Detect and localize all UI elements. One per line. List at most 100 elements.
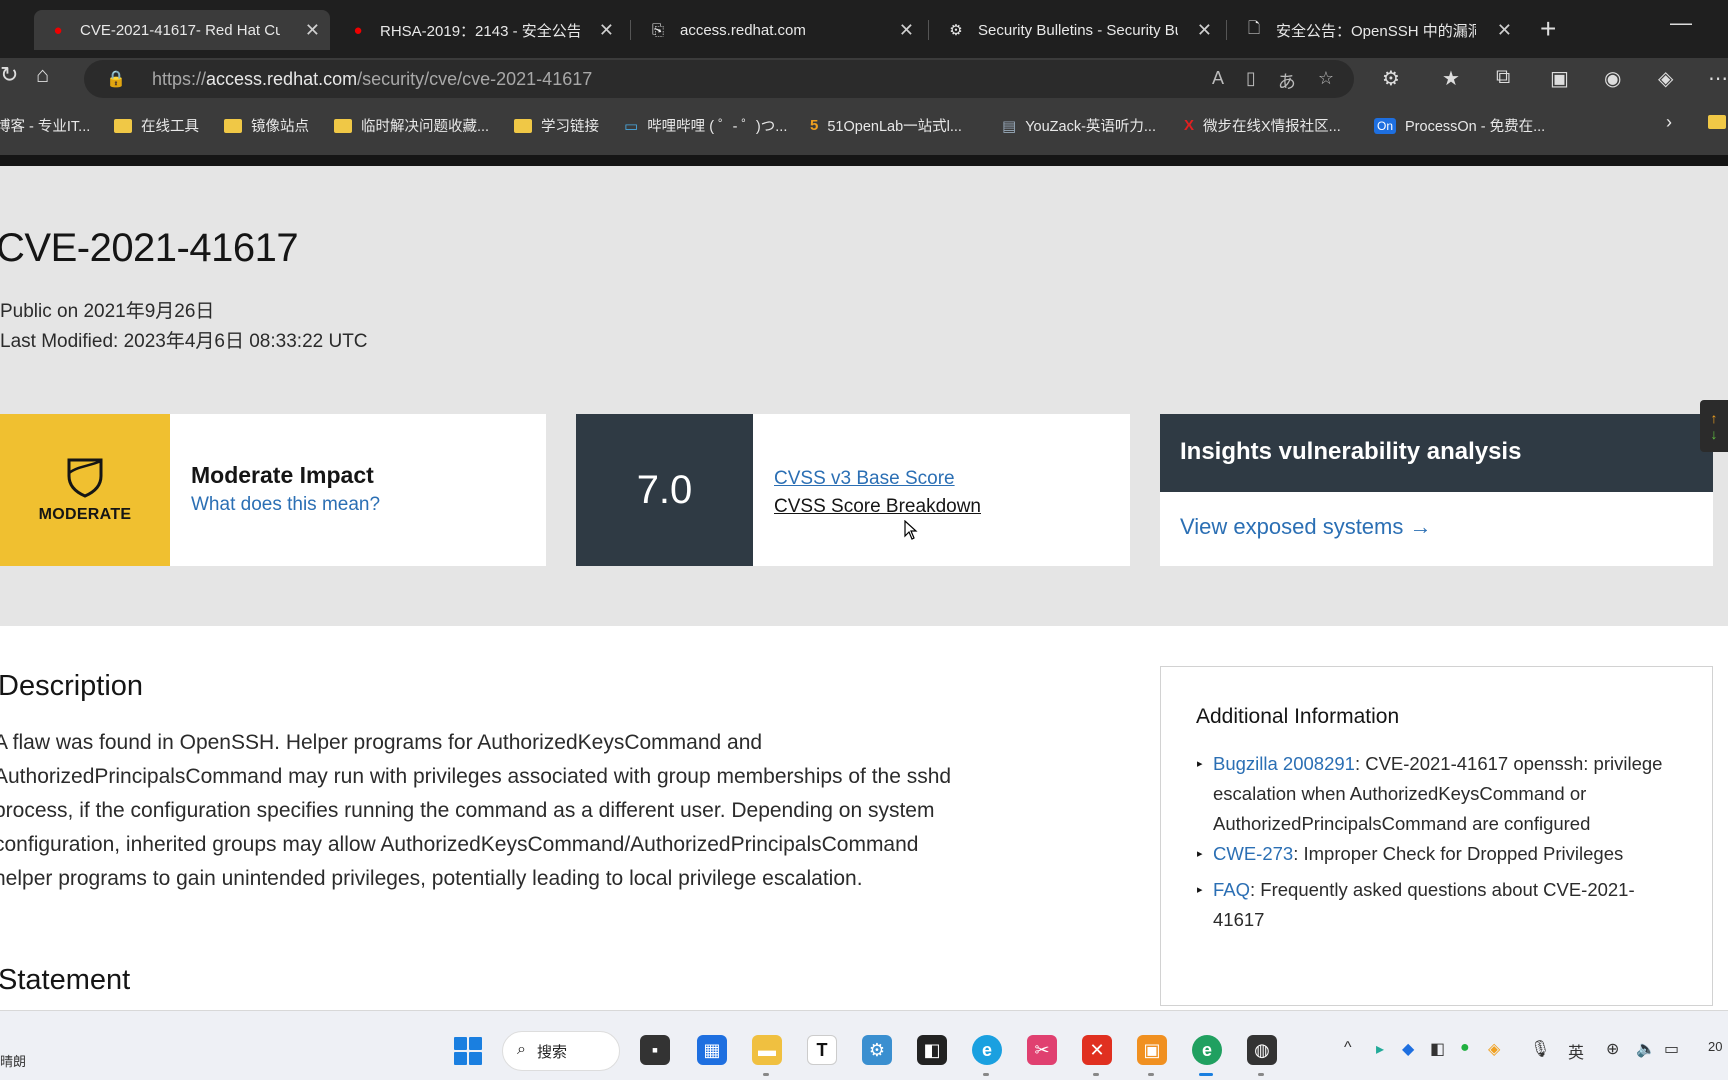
bilibili-icon: ▭	[624, 117, 639, 135]
edge-dev-icon[interactable]: e	[1192, 1035, 1222, 1065]
bookmark-youzack[interactable]: ▤ YouZack-英语听力...	[1002, 115, 1156, 136]
edge-browser-icon[interactable]: e	[972, 1035, 1002, 1065]
chevron-right-icon[interactable]: ›	[1666, 112, 1672, 133]
bookmark-folder-learning[interactable]: 学习链接	[514, 115, 599, 136]
vm-workstation-icon[interactable]: ▣	[1137, 1035, 1167, 1065]
xmind-icon[interactable]: ✕	[1082, 1035, 1112, 1065]
redhat-icon: ●	[53, 21, 63, 39]
tab-separator	[928, 20, 929, 40]
new-tab-plus-icon[interactable]: +	[1540, 12, 1556, 46]
volume-icon[interactable]: 🔈	[1636, 1039, 1656, 1059]
bullet-triangle-icon: ▸	[1197, 848, 1203, 860]
taskbar-search[interactable]: ⌕ 搜索	[502, 1031, 620, 1071]
bulletin-icon: ⚙	[949, 22, 963, 39]
terminal-bot-icon[interactable]: ◍	[1247, 1035, 1277, 1065]
arrow-up-icon[interactable]: ↑	[1711, 410, 1718, 426]
impact-card: MODERATE Moderate Impact What does this …	[0, 414, 546, 566]
cvss-base-score-link[interactable]: CVSS v3 Base Score	[774, 468, 955, 490]
scroll-helper-widget[interactable]: ↑ ↓	[1700, 400, 1728, 452]
settings-gear-icon[interactable]: ⚙	[862, 1035, 892, 1065]
read-aloud-icon[interactable]: A	[1212, 68, 1224, 94]
running-indicator	[983, 1073, 989, 1076]
tab-cve-2021-41617[interactable]: ● CVE-2021-41617- Red Hat Cust ✕	[34, 10, 330, 50]
what-does-this-mean-link[interactable]: What does this mean?	[191, 494, 380, 516]
running-indicator	[763, 1073, 769, 1076]
bookmarks-bar: 博客 - 专业IT... 在线工具 镜像站点 临时解决问题收藏... 学习链接 …	[0, 106, 1728, 146]
microphone-icon[interactable]: 🎙	[1530, 1039, 1550, 1059]
page-title: CVE-2021-41617	[0, 226, 299, 270]
tab-rhsa-2019-2143[interactable]: ● RHSA-2019：2143 - 安全公告 - ✕	[334, 10, 624, 50]
tray-app-icon[interactable]: ▸	[1376, 1039, 1384, 1059]
bookmark-folder-mirrors[interactable]: 镜像站点	[224, 115, 309, 136]
cvss-card: 7.0 CVSS v3 Base Score CVSS Score Breakd…	[576, 414, 1130, 566]
windows-start-icon[interactable]	[454, 1037, 482, 1065]
tab-openssh-advisory[interactable]: 🗋 安全公告：OpenSSH 中的漏洞 ✕	[1230, 10, 1522, 50]
close-icon[interactable]: ✕	[305, 20, 320, 41]
tab-label: CVE-2021-41617- Red Hat Cust	[80, 21, 280, 39]
clock[interactable]: 20	[1708, 1039, 1722, 1054]
file-explorer-icon[interactable]: ▬	[752, 1035, 782, 1065]
tray-overflow-chevron-icon[interactable]: ^	[1344, 1039, 1352, 1057]
impact-title: Moderate Impact	[191, 462, 374, 488]
close-icon[interactable]: ✕	[599, 20, 614, 41]
tab-access-redhat[interactable]: ⎘ access.redhat.com ✕	[634, 10, 924, 50]
bookmark-processon[interactable]: On ProcessOn - 免费在...	[1374, 115, 1545, 136]
battery-icon[interactable]: ▭	[1664, 1039, 1679, 1059]
close-icon[interactable]: ✕	[899, 20, 914, 41]
minimize-icon[interactable]: —	[1670, 10, 1692, 36]
immersive-reader-icon[interactable]: ▯	[1246, 68, 1256, 94]
bookmark-item[interactable]: 博客 - 专业IT...	[0, 115, 90, 136]
faq-link[interactable]: FAQ	[1213, 879, 1250, 900]
threatbook-icon: X	[1184, 117, 1195, 134]
view-exposed-systems-link[interactable]: View exposed systems →	[1180, 514, 1431, 540]
bullet-triangle-icon: ▸	[1197, 758, 1203, 770]
ime-indicator[interactable]: 英	[1568, 1039, 1584, 1063]
book-icon: ▤	[1002, 117, 1017, 135]
bullet-triangle-icon: ▸	[1197, 884, 1203, 896]
arrow-down-icon[interactable]: ↓	[1711, 426, 1718, 442]
bookmark-51openlab[interactable]: 5 51OpenLab一站式l...	[810, 115, 962, 136]
vmware-icon[interactable]: ◧	[917, 1035, 947, 1065]
vx-extension-icon[interactable]: ▣	[1550, 66, 1569, 91]
tray-cloud-icon[interactable]: ◈	[1488, 1039, 1500, 1059]
translate-icon[interactable]: あ	[1278, 68, 1296, 94]
weather-widget[interactable]: 晴朗	[0, 1051, 26, 1070]
extensions-icon[interactable]: ⚙	[1382, 66, 1400, 91]
statement-heading: Statement	[0, 964, 131, 996]
bookmark-threatbook[interactable]: X 微步在线X情报社区...	[1184, 115, 1341, 136]
typora-icon[interactable]: T	[807, 1035, 837, 1065]
snipping-tool-icon[interactable]: ✂	[1027, 1035, 1057, 1065]
url-text[interactable]: https://access.redhat.com/security/cve/c…	[152, 69, 592, 90]
folder-icon	[114, 118, 132, 133]
tray-vmware-icon[interactable]: ◧	[1430, 1039, 1445, 1059]
lock-icon: 🔒	[106, 71, 126, 88]
tab-security-bulletins[interactable]: ⚙ Security Bulletins - Security Bull ✕	[932, 10, 1222, 50]
address-bar[interactable]: 🔒 https://access.redhat.com/security/cve…	[84, 60, 1354, 98]
collections-icon[interactable]: ⧉	[1496, 66, 1510, 89]
more-menu-icon[interactable]: ⋯	[1708, 66, 1728, 91]
edge-extension-icon[interactable]: ◉	[1604, 66, 1621, 91]
refresh-icon[interactable]: ↻	[0, 62, 18, 88]
task-view-icon[interactable]: ▪	[640, 1035, 670, 1065]
tray-shield-icon[interactable]: ◆	[1402, 1039, 1414, 1059]
calendar-icon[interactable]: ▦	[697, 1035, 727, 1065]
network-globe-icon[interactable]: ⊕	[1606, 1039, 1619, 1059]
cwe-link[interactable]: CWE-273	[1213, 843, 1293, 864]
bookmark-bilibili[interactable]: ▭ 哔哩哔哩 ( ゜- ゜)つ...	[624, 115, 787, 136]
other-favorites-folder-icon[interactable]	[1708, 115, 1726, 129]
copilot-icon[interactable]: ◈	[1658, 66, 1673, 91]
bookmark-folder-tools[interactable]: 在线工具	[114, 115, 199, 136]
close-icon[interactable]: ✕	[1497, 20, 1512, 41]
wechat-icon[interactable]: ●	[1460, 1039, 1470, 1057]
bugzilla-link[interactable]: Bugzilla 2008291	[1213, 753, 1355, 774]
bookmark-folder-temp[interactable]: 临时解决问题收藏...	[334, 115, 489, 136]
cvss-breakdown-link[interactable]: CVSS Score Breakdown	[774, 496, 981, 518]
list-item: ▸ Bugzilla 2008291: CVE-2021-41617 opens…	[1197, 749, 1683, 839]
close-icon[interactable]: ✕	[1197, 20, 1212, 41]
favorites-icon[interactable]: ★	[1442, 66, 1460, 91]
processon-icon: On	[1374, 117, 1397, 134]
add-favorite-icon[interactable]: ☆	[1318, 68, 1334, 94]
tab-separator	[630, 20, 631, 40]
home-icon[interactable]: ⌂	[36, 62, 49, 88]
shield-icon	[67, 458, 103, 498]
